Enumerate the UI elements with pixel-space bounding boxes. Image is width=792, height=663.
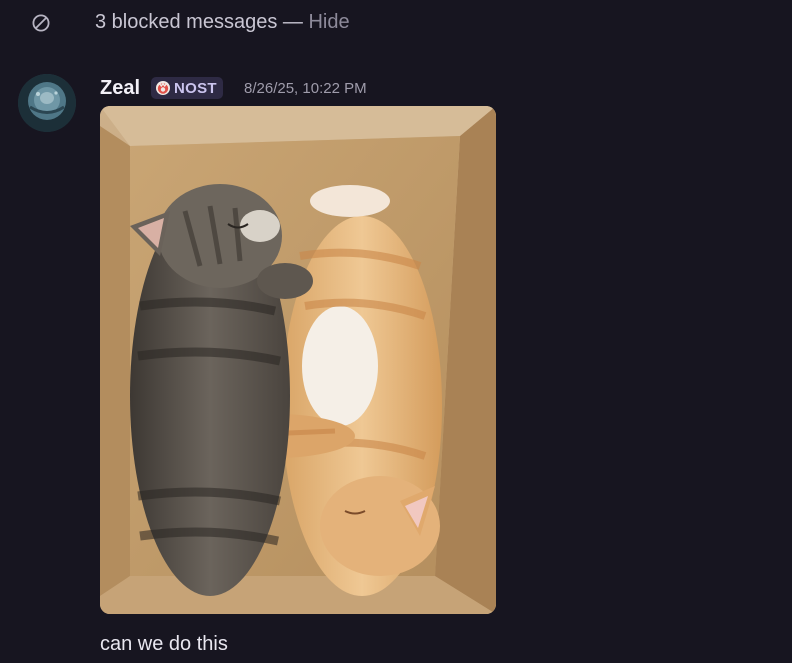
avatar[interactable] bbox=[18, 74, 76, 132]
avatar-image bbox=[18, 74, 76, 132]
chat-message: Zeal NOST 8/26/25, 10:22 PM can we do th… bbox=[0, 68, 792, 663]
blocked-messages-row: 3 blocked messages — Hide bbox=[0, 0, 792, 46]
blocked-icon bbox=[32, 14, 50, 32]
guild-tag[interactable]: NOST bbox=[151, 77, 223, 99]
tag-emblem-icon bbox=[156, 81, 170, 95]
message-timestamp[interactable]: 8/26/25, 10:22 PM bbox=[244, 79, 367, 99]
blocked-messages-text: 3 blocked messages — Hide bbox=[95, 10, 350, 34]
message-text: can we do this bbox=[100, 633, 228, 655]
author-name[interactable]: Zeal bbox=[100, 76, 140, 100]
image-attachment[interactable] bbox=[100, 106, 496, 614]
kittens-in-box-image bbox=[100, 106, 496, 614]
blocked-count-label: 3 blocked messages bbox=[95, 11, 278, 33]
guild-tag-label: NOST bbox=[174, 79, 217, 97]
hide-blocked-link[interactable]: Hide bbox=[308, 11, 349, 33]
blocked-separator: — bbox=[277, 11, 309, 33]
